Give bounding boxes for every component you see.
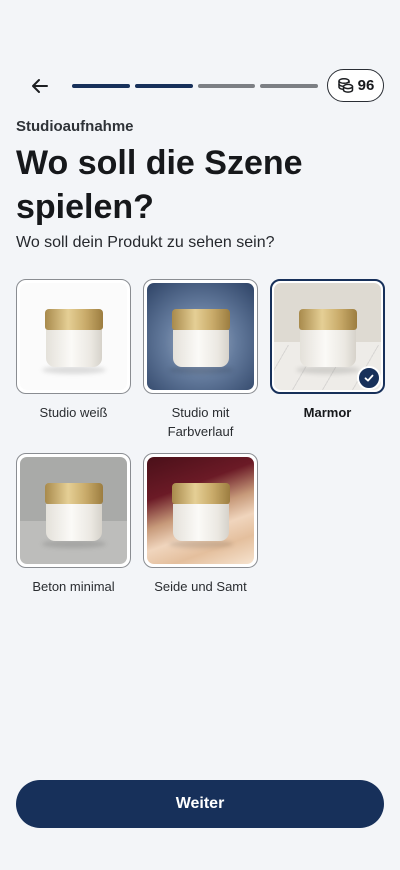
scene-option-studio-gradient[interactable]: Studio mit Farbverlauf xyxy=(143,279,258,441)
scene-thumbnail xyxy=(143,453,258,568)
product-image xyxy=(147,283,254,390)
scene-option-studio-white[interactable]: Studio weiß xyxy=(16,279,131,422)
product-image xyxy=(20,283,127,390)
scene-option-label: Studio weiß xyxy=(39,405,108,420)
step-category: Studioaufnahme xyxy=(16,118,134,135)
scene-thumbnail xyxy=(270,279,385,394)
product-image xyxy=(20,457,127,564)
page-title: Wo soll die Szene spielen? xyxy=(16,144,303,226)
credits-badge[interactable]: 96 xyxy=(327,69,384,102)
scene-option-concrete[interactable]: Beton minimal xyxy=(16,453,131,596)
scene-option-label: Marmor xyxy=(303,405,352,420)
credits-count: 96 xyxy=(357,77,375,94)
top-bar: 96 xyxy=(0,68,400,104)
step-progress xyxy=(72,84,318,88)
scene-option-label: Studio mit Farbverlauf xyxy=(167,405,234,439)
progress-step-3 xyxy=(197,84,256,88)
scene-option-label: Seide und Samt xyxy=(154,579,247,594)
scene-option-silk[interactable]: Seide und Samt xyxy=(143,453,258,596)
scene-thumbnail xyxy=(16,279,131,394)
scene-option-marble[interactable]: Marmor xyxy=(270,279,385,422)
back-button[interactable] xyxy=(24,70,56,102)
coins-icon xyxy=(337,77,353,93)
progress-step-1 xyxy=(72,84,130,88)
progress-step-2 xyxy=(134,84,193,88)
arrow-left-icon xyxy=(32,79,48,93)
scene-thumbnail xyxy=(16,453,131,568)
progress-step-4 xyxy=(260,84,318,88)
product-image xyxy=(147,457,254,564)
scene-thumbnail xyxy=(143,279,258,394)
continue-button[interactable]: Weiter xyxy=(16,780,384,828)
selected-check-icon xyxy=(357,366,381,390)
page-subtitle: Wo soll dein Produkt zu sehen sein? xyxy=(16,234,275,251)
scene-option-label: Beton minimal xyxy=(32,579,115,594)
